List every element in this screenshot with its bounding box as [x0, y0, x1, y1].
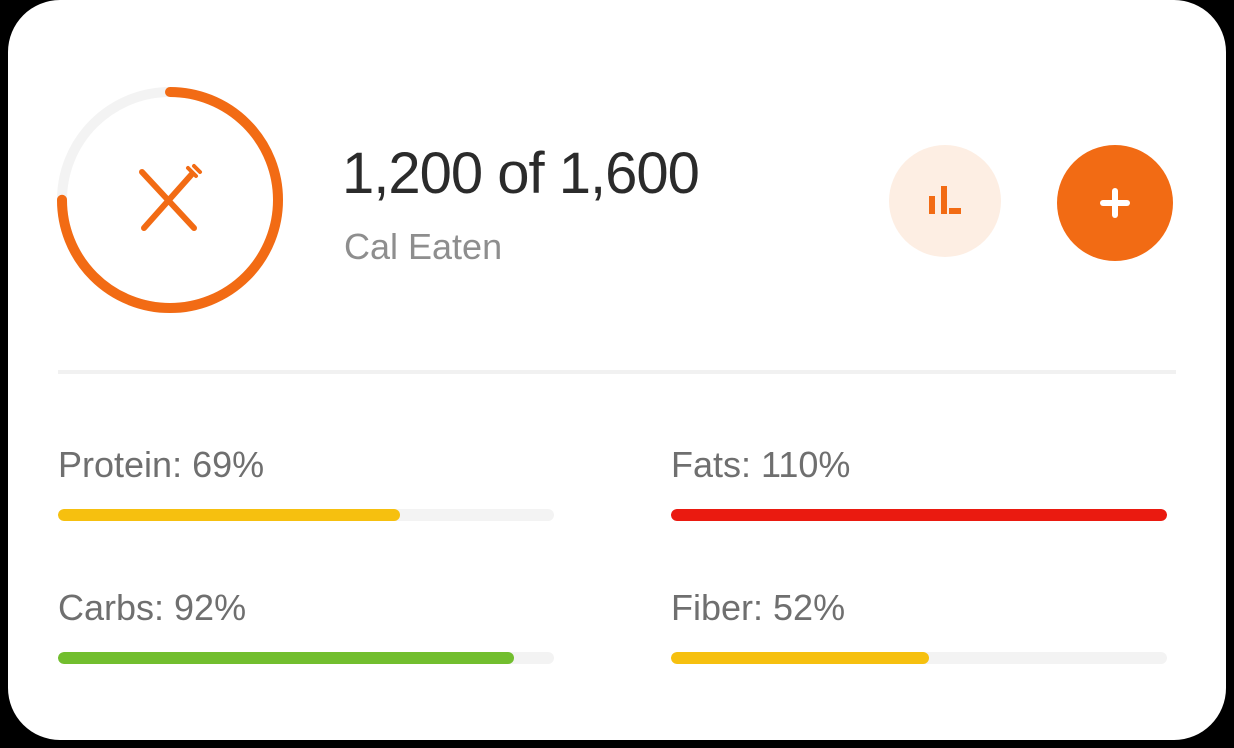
- macro-progress-fill: [58, 652, 515, 664]
- macro-carbs: Carbs: 92%: [58, 586, 556, 664]
- macro-fats: Fats: 110%: [671, 443, 1169, 521]
- calorie-progress-ring: [52, 82, 288, 318]
- macro-label: Fiber: 52%: [671, 587, 846, 628]
- macro-progress-fill: [58, 509, 401, 521]
- macro-progress-bar: [58, 509, 554, 521]
- calorie-subtitle: Cal Eaten: [344, 226, 503, 267]
- fork-knife-icon: [132, 162, 208, 238]
- macro-label: Protein: 69%: [58, 444, 265, 485]
- calorie-headline: 1,200 of 1,600: [342, 141, 700, 206]
- macro-label: Carbs: 92%: [58, 587, 247, 628]
- macro-progress-fill: [671, 509, 1167, 521]
- bar-chart-icon: [929, 186, 961, 214]
- macro-label: Fats: 110%: [671, 444, 851, 485]
- macro-progress-fill: [671, 652, 929, 664]
- add-food-button[interactable]: [1057, 145, 1173, 261]
- macro-progress-bar: [58, 652, 554, 664]
- macro-progress-bar: [671, 509, 1167, 521]
- macro-protein: Protein: 69%: [58, 443, 556, 521]
- stats-button[interactable]: [889, 145, 1001, 257]
- divider: [58, 370, 1176, 374]
- macro-progress-bar: [671, 652, 1167, 664]
- plus-icon: [1100, 188, 1130, 218]
- macro-fiber: Fiber: 52%: [671, 586, 1169, 664]
- calorie-summary-card: 1,200 of 1,600 Cal Eaten Protein: 69% Fa…: [8, 0, 1226, 740]
